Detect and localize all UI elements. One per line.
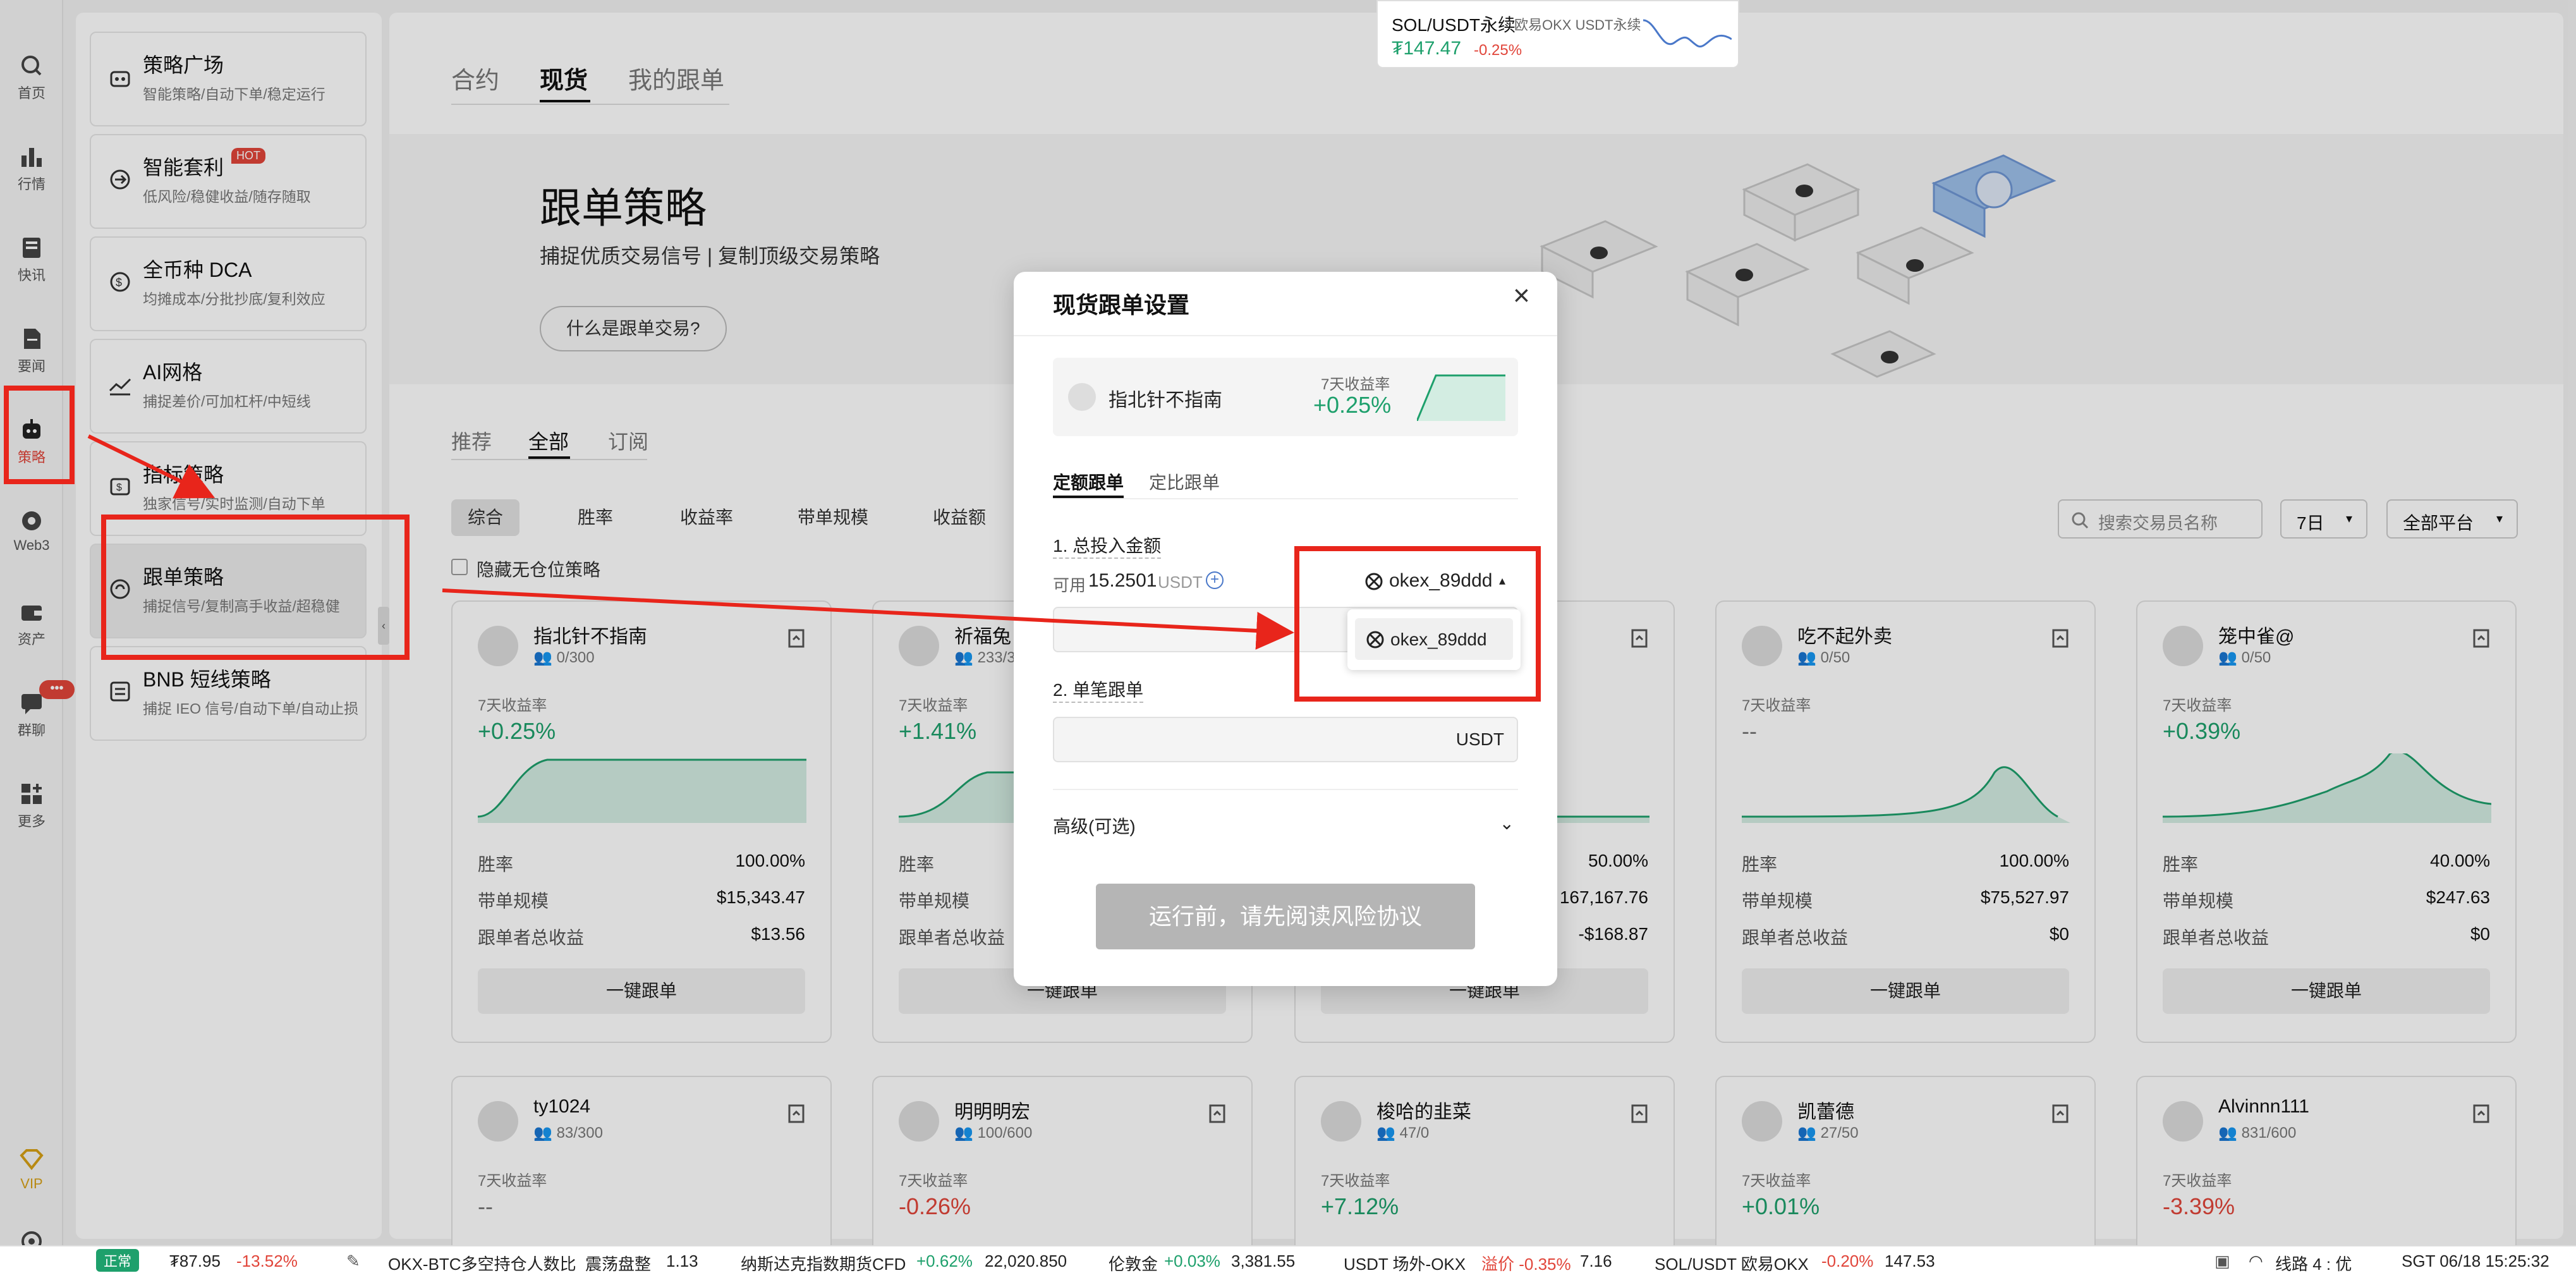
- annotation-arrows: [87, 434, 1294, 650]
